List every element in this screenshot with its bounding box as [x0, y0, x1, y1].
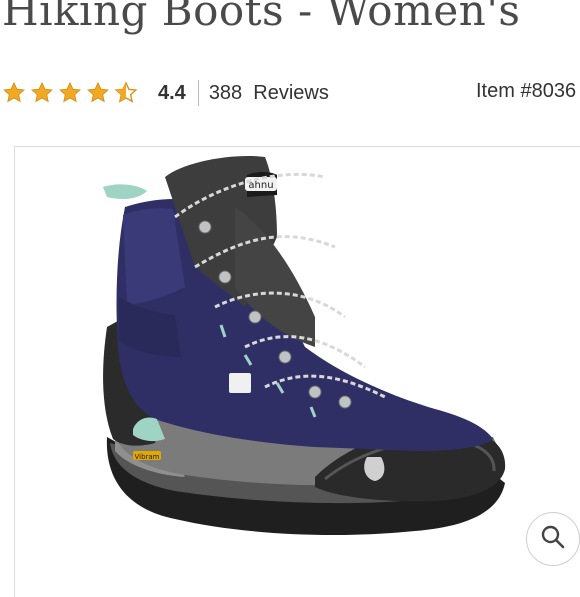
zoom-button[interactable] [526, 512, 580, 566]
reviews-link[interactable]: 388 Reviews [209, 82, 329, 105]
sole-brand-label: Vibram [134, 453, 159, 461]
star-full-icon [30, 81, 54, 105]
rating-value: 4.4 [158, 81, 186, 104]
magnifier-icon [540, 524, 566, 555]
star-half-icon [114, 81, 138, 105]
star-full-icon [86, 81, 110, 105]
star-rating [2, 81, 138, 105]
product-image: ahnu Vibram [103, 155, 506, 535]
rating-summary[interactable]: 4.4 388 Reviews [2, 78, 329, 108]
star-full-icon [58, 81, 82, 105]
star-full-icon [2, 81, 26, 105]
product-image-frame[interactable]: ahnu Vibram [14, 146, 580, 597]
boot-brand-label: ahnu [248, 180, 273, 191]
rating-divider [197, 80, 199, 106]
product-title: Hiking Boots - Women's [2, 0, 521, 35]
item-number: Item #8036 [476, 80, 577, 102]
